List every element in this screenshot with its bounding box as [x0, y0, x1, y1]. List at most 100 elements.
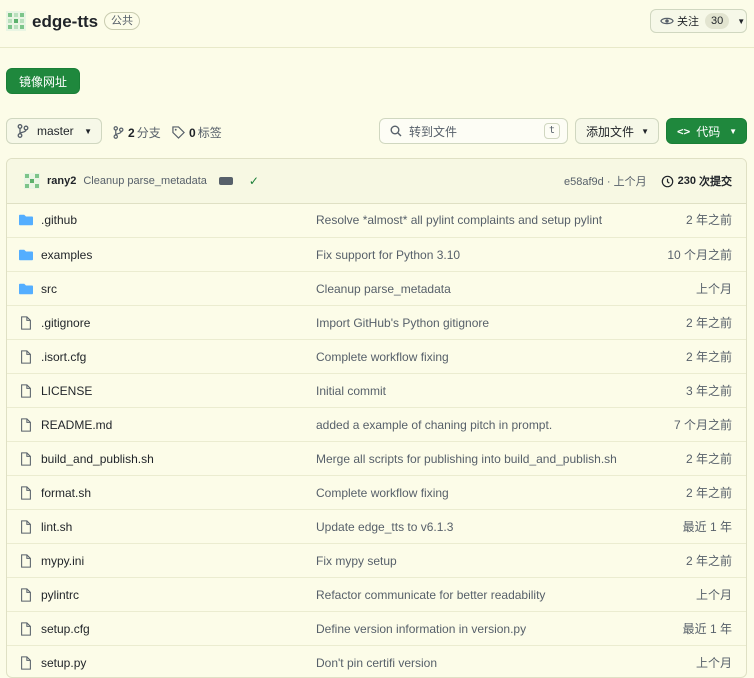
file-commit-time: 上个月: [695, 282, 732, 296]
ellipsis-icon[interactable]: [218, 177, 233, 185]
file-commit-message-link[interactable]: Complete workflow fixing: [316, 350, 449, 364]
file-commit-message-link[interactable]: Define version information in version.py: [316, 622, 526, 636]
branches-link[interactable]: 2 分支: [113, 124, 161, 141]
file-commit-time: 2 年之前: [685, 316, 732, 330]
folder-icon: [19, 249, 33, 261]
file-row[interactable]: build_and_publish.sh Merge all scripts fo…: [7, 441, 746, 475]
branch-icon: [17, 124, 29, 138]
file-commit-message-link[interactable]: Refactor communicate for better readabil…: [316, 588, 545, 602]
file-row[interactable]: .gitignore Import GitHub's Python gitigno…: [7, 305, 746, 339]
file-commit-message-link[interactable]: Fix support for Python 3.10: [316, 248, 460, 262]
file-icon: [21, 486, 31, 500]
file-commit-time: 最近 1 年: [682, 622, 732, 636]
history-count: 230: [677, 175, 696, 187]
tags-link[interactable]: 0 标签: [172, 124, 222, 141]
file-name-link[interactable]: lint.sh: [41, 520, 72, 534]
branch-name: master: [37, 124, 74, 138]
file-commit-time: 上个月: [695, 656, 732, 670]
file-name-link[interactable]: examples: [41, 248, 92, 262]
code-label: 代码: [696, 124, 721, 139]
file-name-link[interactable]: setup.cfg: [41, 622, 90, 636]
file-row[interactable]: format.sh Complete workflow fixing 2 年之前: [7, 475, 746, 509]
file-commit-message-link[interactable]: Fix mypy setup: [316, 554, 397, 568]
file-name-link[interactable]: .github: [41, 213, 77, 227]
file-icon: [21, 316, 31, 330]
repo-logo-icon: [6, 11, 26, 31]
file-icon: [21, 384, 31, 398]
mirror-url-button[interactable]: 镜像网址: [6, 68, 80, 94]
file-commit-time: 2 年之前: [685, 350, 732, 364]
file-name-link[interactable]: setup.py: [41, 656, 86, 670]
file-commit-time: 2 年之前: [685, 452, 732, 466]
file-row[interactable]: lint.sh Update edge_tts to v6.1.3 最近 1 年: [7, 509, 746, 543]
file-commit-time: 最近 1 年: [682, 520, 732, 534]
chevron-down-icon: ▼: [84, 126, 92, 136]
go-to-file-input[interactable]: 转到文件 t: [379, 118, 568, 144]
code-button[interactable]: <> 代码 ▼: [666, 118, 747, 144]
file-row[interactable]: mypy.ini Fix mypy setup 2 年之前: [7, 543, 746, 577]
file-commit-message-link[interactable]: Import GitHub's Python gitignore: [316, 316, 489, 330]
file-commit-message-link[interactable]: Update edge_tts to v6.1.3: [316, 520, 453, 534]
file-commit-time: 2 年之前: [685, 213, 732, 227]
branches-count: 2: [128, 125, 135, 140]
eye-icon: [660, 17, 674, 25]
file-name-link[interactable]: README.md: [41, 418, 112, 432]
file-commit-time: 2 年之前: [685, 486, 732, 500]
file-commit-message-link[interactable]: Resolve *almost* all pylint complaints a…: [316, 213, 602, 227]
file-row[interactable]: LICENSE Initial commit 3 年之前: [7, 373, 746, 407]
repo-name-link[interactable]: edge-tts: [32, 11, 98, 33]
add-file-label: 添加文件: [586, 124, 635, 139]
tags-label: 标签: [197, 126, 222, 140]
file-commit-message-link[interactable]: Initial commit: [316, 384, 386, 398]
check-icon[interactable]: ✓: [249, 174, 259, 188]
watch-button[interactable]: 关注 30 ▼: [650, 9, 747, 33]
file-name-link[interactable]: pylintrc: [41, 588, 79, 602]
file-row[interactable]: examples Fix support for Python 3.10 10 个月…: [7, 237, 746, 271]
file-icon: [21, 588, 31, 602]
commit-time: 上个月: [613, 176, 647, 188]
file-row[interactable]: .isort.cfg Complete workflow fixing 2 年之前: [7, 339, 746, 373]
file-commit-message-link[interactable]: Don't pin certifi version: [316, 656, 437, 670]
file-row[interactable]: pylintrc Refactor communicate for better …: [7, 577, 746, 611]
commit-sha-link[interactable]: e58af9d · 上个月: [564, 173, 647, 189]
file-commit-message-link[interactable]: added a example of chaning pitch in prom…: [316, 418, 552, 432]
folder-icon: [19, 214, 33, 226]
commit-author-link[interactable]: rany2: [47, 175, 76, 187]
commit-message-link[interactable]: Cleanup parse_metadata: [83, 175, 207, 187]
chevron-down-icon: ▼: [737, 16, 746, 26]
file-name-link[interactable]: src: [41, 282, 57, 296]
file-icon: [21, 520, 31, 534]
search-icon: [390, 125, 402, 137]
code-icon: <>: [677, 124, 691, 138]
folder-icon: [19, 283, 33, 295]
branch-select-button[interactable]: master ▼: [6, 118, 102, 144]
file-row[interactable]: setup.py Don't pin certifi version 上个月: [7, 645, 746, 677]
latest-commit-bar: rany2 Cleanup parse_metadata ✓ e58af9d ·…: [7, 159, 746, 204]
file-row[interactable]: src Cleanup parse_metadata 上个月: [7, 271, 746, 305]
history-icon: [661, 175, 673, 187]
file-name-link[interactable]: LICENSE: [41, 384, 92, 398]
file-name-link[interactable]: .isort.cfg: [41, 350, 86, 364]
file-name-link[interactable]: format.sh: [41, 486, 91, 500]
file-name-link[interactable]: build_and_publish.sh: [41, 452, 154, 466]
avatar[interactable]: [24, 173, 40, 189]
watch-label: 关注: [677, 16, 699, 28]
file-icon: [21, 622, 31, 636]
commit-sha: e58af9d: [564, 176, 604, 188]
file-commit-time: 2 年之前: [685, 554, 732, 568]
add-file-button[interactable]: 添加文件 ▼: [575, 118, 659, 144]
chevron-down-icon: ▼: [641, 126, 649, 136]
file-commit-message-link[interactable]: Merge all scripts for publishing into bu…: [316, 452, 617, 466]
shortcut-key: t: [543, 123, 560, 139]
file-commit-message-link[interactable]: Complete workflow fixing: [316, 486, 449, 500]
file-commit-time: 10 个月之前: [667, 248, 732, 262]
visibility-badge: 公共: [104, 12, 140, 30]
file-commit-time: 7 个月之前: [673, 418, 732, 432]
file-row[interactable]: .github Resolve *almost* all pylint compl…: [7, 203, 746, 237]
file-name-link[interactable]: .gitignore: [41, 316, 90, 330]
file-row[interactable]: README.md added a example of chaning pitc…: [7, 407, 746, 441]
file-commit-message-link[interactable]: Cleanup parse_metadata: [316, 282, 451, 296]
commit-history-link[interactable]: 230 次提交: [661, 173, 732, 189]
file-name-link[interactable]: mypy.ini: [41, 554, 84, 568]
file-row[interactable]: setup.cfg Define version information in v…: [7, 611, 746, 645]
